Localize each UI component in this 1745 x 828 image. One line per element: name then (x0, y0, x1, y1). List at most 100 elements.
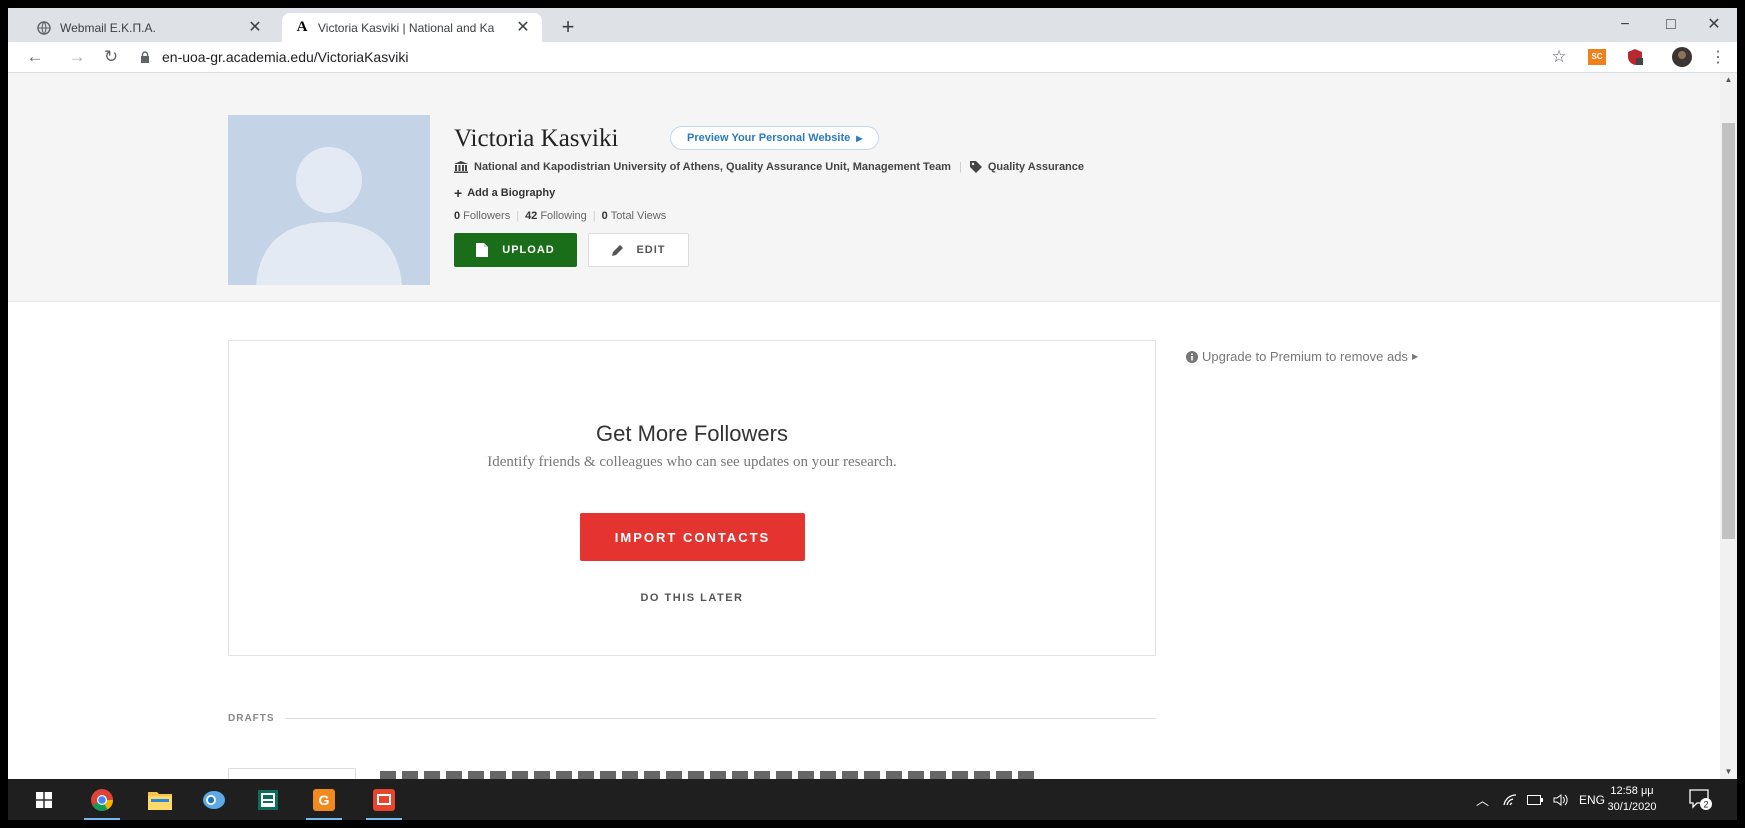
import-contacts-button[interactable]: IMPORT CONTACTS (580, 513, 805, 561)
profile-stats: 0 Followers | 42 Following | 0 Total Views (454, 210, 666, 222)
minimize-button[interactable]: − (1602, 10, 1648, 40)
document-icon (476, 243, 489, 257)
forward-arrow-icon[interactable]: → (66, 46, 88, 68)
chrome-icon[interactable] (78, 779, 126, 820)
divider: | (516, 210, 520, 222)
new-tab-button[interactable]: + (556, 16, 580, 40)
clock-date: 30/1/2020 (1607, 801, 1657, 813)
reload-icon[interactable]: ↻ (100, 46, 122, 68)
scroll-down-arrow-icon[interactable]: ▼ (1720, 765, 1737, 779)
star-bookmark-icon[interactable]: ☆ (1549, 47, 1569, 67)
battery-icon[interactable] (1527, 794, 1544, 805)
publisher-icon[interactable] (244, 779, 292, 820)
affiliation-link[interactable]: National and Kapodistrian University of … (474, 161, 951, 173)
upload-label: UPLOAD (502, 244, 555, 256)
research-tag-link[interactable]: Quality Assurance (988, 161, 1084, 173)
draft-title[interactable] (380, 765, 1040, 779)
windows-taskbar: G ︿ ENG 12:58 μμ 30/1/2020 2 (8, 779, 1737, 820)
card-subtitle: Identify friends & colleagues who can se… (487, 454, 897, 470)
tab-webmail[interactable]: Webmail Ε.Κ.Π.Α. ✕ (24, 13, 274, 42)
preview-website-label: Preview Your Personal Website (687, 132, 851, 144)
card-title: Get More Followers (596, 421, 788, 446)
add-biography-label: Add a Biography (467, 187, 556, 199)
divider: | (958, 161, 962, 173)
following-label: Following (540, 210, 587, 222)
avatar[interactable] (228, 115, 430, 285)
default-avatar-icon (228, 115, 430, 285)
tab-academia-profile[interactable]: A Victoria Kasviki | National and Ka ✕ (282, 13, 542, 42)
caret-right-icon: ▶ (1411, 352, 1419, 361)
shield-extension-icon[interactable] (1625, 47, 1645, 67)
close-tab-icon[interactable]: ✕ (246, 19, 264, 37)
profile-avatar-icon[interactable] (1672, 47, 1692, 67)
url-text: en-uoa-gr.academia.edu/VictoriaKasviki (162, 49, 409, 65)
plus-icon: + (454, 185, 463, 201)
draft-title-cutoff (380, 771, 1040, 779)
close-tab-icon[interactable]: ✕ (514, 19, 532, 37)
language-indicator[interactable]: ENG (1579, 793, 1605, 807)
do-this-later-link[interactable]: DO THIS LATER (229, 592, 1155, 604)
browser-tab-bar: Webmail Ε.Κ.Π.Α. ✕ A Victoria Kasviki | … (8, 8, 1737, 42)
page-viewport: Victoria Kasviki Preview Your Personal W… (8, 73, 1720, 779)
volume-icon[interactable] (1553, 793, 1569, 806)
info-icon (1186, 350, 1198, 363)
scroll-up-arrow-icon[interactable]: ▲ (1720, 73, 1737, 87)
menu-dots-icon[interactable]: ⋮ (1708, 47, 1728, 67)
edit-label: EDIT (636, 244, 666, 256)
following-link[interactable]: 42 Following (525, 210, 587, 222)
caret-right-icon: ▶ (856, 133, 863, 143)
pencil-icon (611, 244, 624, 257)
scan-app-icon[interactable] (360, 779, 408, 820)
chevron-up-icon[interactable]: ︿ (1476, 790, 1489, 809)
maximize-button[interactable]: □ (1648, 10, 1694, 40)
followers-label: Followers (463, 210, 511, 222)
screen: Webmail Ε.Κ.Π.Α. ✕ A Victoria Kasviki | … (8, 8, 1737, 820)
drafts-label: DRAFTS (228, 713, 275, 724)
institution-icon (454, 161, 468, 173)
following-count: 42 (525, 210, 538, 222)
preview-website-button[interactable]: Preview Your Personal Website ▶ (670, 126, 880, 150)
upload-button[interactable]: UPLOAD (454, 233, 577, 267)
upgrade-premium-link[interactable]: Upgrade to Premium to remove ads ▶ (1186, 349, 1418, 364)
file-explorer-icon[interactable] (136, 779, 184, 820)
followers-count: 0 (454, 210, 461, 222)
notification-center-icon[interactable]: 2 (1688, 787, 1712, 811)
tab-title: Victoria Kasviki | National and Ka (318, 20, 495, 35)
divider: | (592, 210, 596, 222)
views-count: 0 (601, 210, 608, 222)
drafts-section-header: DRAFTS (228, 713, 1156, 724)
close-window-button[interactable]: ✕ (1691, 10, 1737, 40)
edit-button[interactable]: EDIT (588, 233, 689, 267)
wifi-icon[interactable] (1503, 793, 1517, 806)
scrollbar-thumb[interactable] (1722, 123, 1735, 539)
sc-extension-icon[interactable]: SC (1587, 47, 1607, 67)
affiliation-row: National and Kapodistrian University of … (454, 161, 1084, 173)
system-tray: ︿ ENG (1476, 779, 1605, 820)
premium-text: Upgrade to Premium to remove ads (1202, 349, 1408, 364)
clock-time: 12:58 μμ (1610, 785, 1654, 797)
profile-header: Victoria Kasviki Preview Your Personal W… (8, 73, 1720, 302)
ginger-app-icon[interactable]: G (300, 779, 348, 820)
globe-icon (36, 20, 52, 36)
back-arrow-icon[interactable]: ← (24, 46, 46, 68)
draft-thumbnail[interactable] (228, 768, 356, 779)
taskbar-clock[interactable]: 12:58 μμ 30/1/2020 (1604, 783, 1660, 815)
views-label: Total Views (610, 210, 667, 222)
tag-icon (969, 161, 982, 173)
add-biography-link[interactable]: + Add a Biography (454, 185, 555, 201)
academia-logo-icon: A (296, 19, 308, 35)
profile-name: Victoria Kasviki (454, 125, 619, 152)
address-bar[interactable]: en-uoa-gr.academia.edu/VictoriaKasviki (140, 45, 1540, 69)
svg-text:G: G (319, 792, 330, 808)
notification-count: 2 (1703, 800, 1708, 810)
tab-title: Webmail Ε.Κ.Π.Α. (60, 20, 156, 35)
page-scrollbar[interactable]: ▲ ▼ (1720, 73, 1737, 779)
lock-icon (140, 51, 156, 63)
windows-start-icon[interactable] (20, 779, 68, 820)
followers-link[interactable]: 0 Followers (454, 210, 510, 222)
outlook-icon[interactable] (190, 779, 238, 820)
views-link[interactable]: 0 Total Views (602, 210, 667, 222)
get-more-followers-card: Get More Followers Identify friends & co… (228, 340, 1156, 656)
browser-toolbar: ← → ↻ en-uoa-gr.academia.edu/VictoriaKas… (8, 42, 1737, 73)
divider (284, 718, 1156, 719)
